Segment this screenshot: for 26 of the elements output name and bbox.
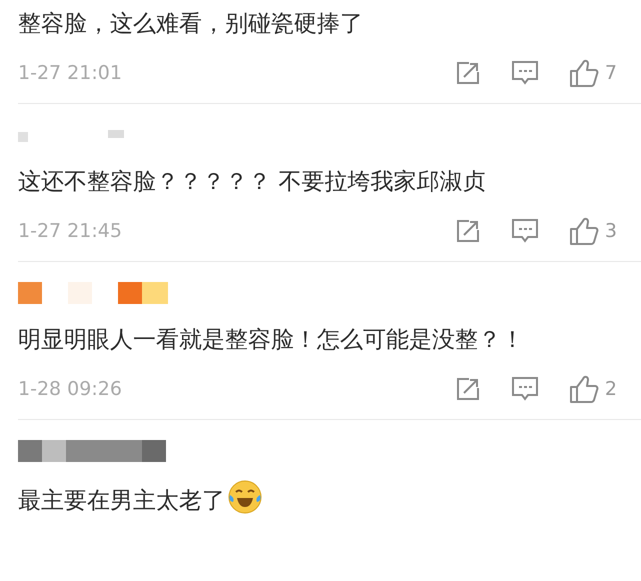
like-button[interactable]: 2 <box>568 374 617 404</box>
reply-button[interactable] <box>510 60 539 86</box>
like-button[interactable]: 7 <box>568 58 617 88</box>
share-icon <box>454 376 481 402</box>
laughing-crying-emoji-icon <box>228 480 262 514</box>
thumbs-up-icon <box>568 216 599 246</box>
comment-time: 1-27 21:01 <box>18 60 122 86</box>
share-icon <box>454 60 481 86</box>
repost-button[interactable] <box>454 60 481 86</box>
comment-text: 最主要在男主太老了 <box>18 480 550 520</box>
comment-text: 明显明眼人一看就是整容脸！怎么可能是没整？！ <box>18 326 525 355</box>
comment-text: 整容脸，这么难看，别碰瓷硬捧了 <box>18 10 364 39</box>
comment-icon <box>510 218 539 244</box>
comment-text: 这还不整容脸？？？？？ 不要拉垮我家邱淑贞 <box>18 168 486 197</box>
repost-button[interactable] <box>454 376 481 402</box>
reply-button[interactable] <box>510 218 539 244</box>
thumbs-up-icon <box>568 58 599 88</box>
like-button[interactable]: 3 <box>568 216 617 246</box>
reply-button[interactable] <box>510 376 539 402</box>
comment-time: 1-27 21:45 <box>18 218 122 244</box>
repost-button[interactable] <box>454 218 481 244</box>
comment-icon <box>510 60 539 86</box>
comment-time: 1-28 09:26 <box>18 376 122 402</box>
thumbs-up-icon <box>568 374 599 404</box>
share-icon <box>454 218 481 244</box>
comment-icon <box>510 376 539 402</box>
